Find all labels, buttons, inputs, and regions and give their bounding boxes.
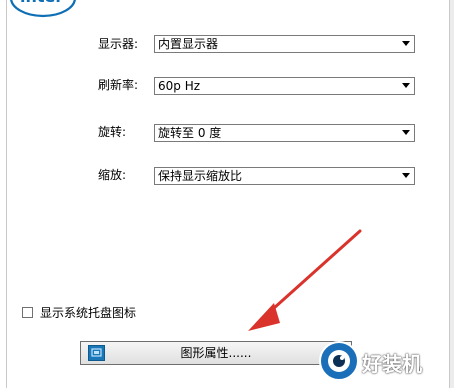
chevron-down-icon[interactable] — [397, 36, 414, 52]
rotation-select[interactable]: 旋转至 0 度 — [154, 124, 415, 142]
refresh-rate-select[interactable]: 60p Hz — [154, 77, 415, 95]
display-select[interactable]: 内置显示器 — [154, 35, 415, 53]
graphics-properties-label: 图形属性...... — [180, 346, 252, 360]
display-settings-panel: intel 显示器: 内置显示器 刷新率: 60p Hz 旋转: 旋转至 0 度… — [0, 0, 454, 388]
tray-icon-checkbox[interactable] — [22, 307, 33, 318]
watermark-eye-icon — [319, 341, 359, 381]
graphics-properties-button[interactable]: 图形属性...... — [80, 341, 352, 365]
intel-logo-text: intel — [20, 0, 61, 6]
watermark-text: 好装机 — [362, 352, 422, 376]
panel-left-border — [6, 0, 7, 388]
refresh-rate-label: 刷新率: — [98, 78, 139, 92]
chevron-down-icon[interactable] — [397, 78, 414, 94]
annotation-arrow — [248, 229, 362, 331]
chevron-down-icon[interactable] — [397, 125, 414, 141]
scaling-select[interactable]: 保持显示缩放比 — [154, 167, 415, 185]
scaling-select-value: 保持显示缩放比 — [158, 169, 243, 183]
site-watermark: 好装机 — [318, 340, 452, 384]
scaling-label: 缩放: — [98, 168, 127, 182]
refresh-rate-select-value: 60p Hz — [158, 79, 201, 93]
display-select-value: 内置显示器 — [158, 37, 219, 51]
panel-right-edge — [450, 0, 454, 388]
tray-icon-checkbox-label[interactable]: 显示系统托盘图标 — [40, 305, 136, 321]
chevron-down-icon[interactable] — [397, 168, 414, 184]
intel-logo: intel — [10, 0, 76, 18]
rotation-select-value: 旋转至 0 度 — [158, 126, 222, 140]
display-label: 显示器: — [98, 37, 139, 51]
rotation-label: 旋转: — [98, 125, 127, 139]
